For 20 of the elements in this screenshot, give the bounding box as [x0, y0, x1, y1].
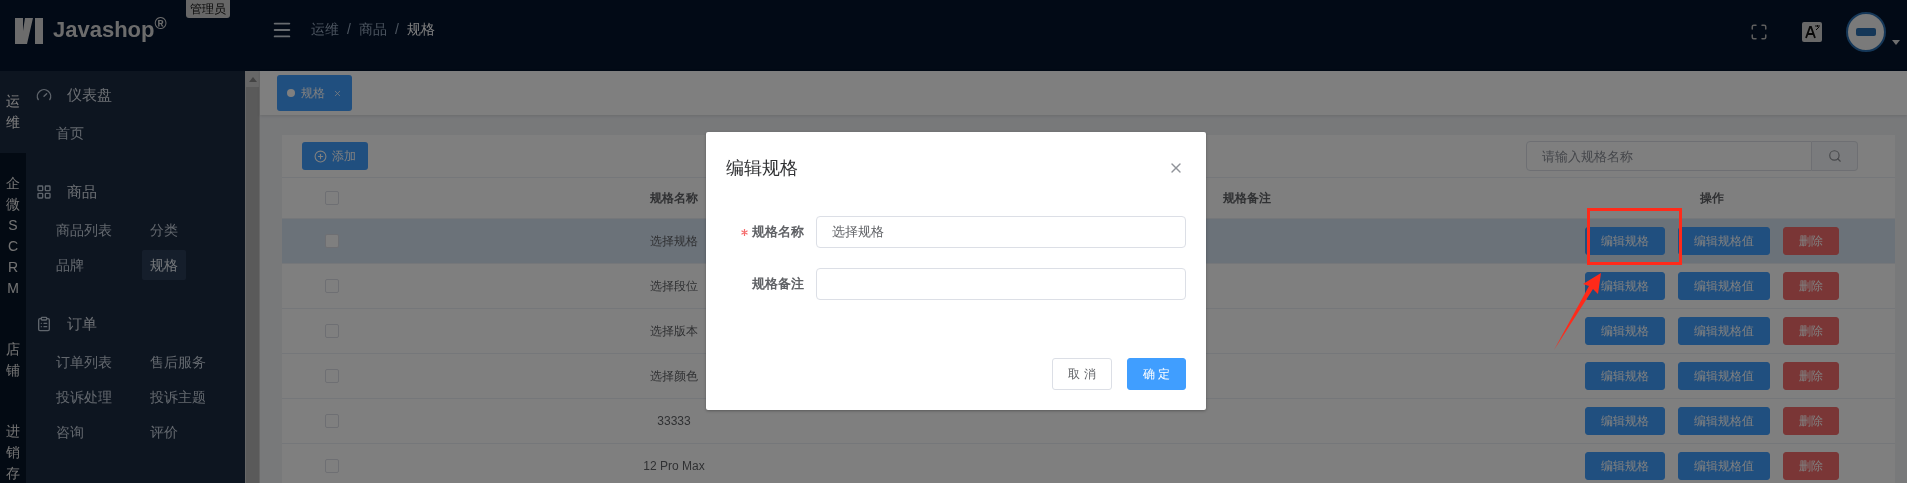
table-cell: 选择段位: [650, 279, 698, 293]
logo-text: Javashop$^{®}$: [53, 13, 167, 44]
table-cell: 33333: [657, 414, 691, 428]
column-header: 操作: [1699, 191, 1724, 205]
column-header: 规格备注: [1223, 191, 1271, 205]
menu-group-title: 商品: [67, 181, 97, 202]
field-label: 规格名称: [752, 223, 804, 242]
menu-group-title: 订单: [67, 313, 97, 334]
breadcrumb-separator: /: [347, 20, 351, 39]
column-header: 规格名称: [650, 191, 698, 205]
dialog-title: 编辑规格: [726, 156, 798, 180]
table-cell: 选择版本: [650, 324, 698, 338]
field-label: 规格备注: [752, 275, 804, 294]
table-cell: 12 Pro Max: [643, 459, 705, 473]
table-cell: 选择颜色: [650, 369, 698, 383]
breadcrumb-item: 规格: [406, 20, 435, 39]
menu-group-title: 仪表盘: [67, 84, 112, 105]
breadcrumb-separator: /: [394, 20, 399, 39]
role-badge: 管理员: [186, 0, 230, 18]
table-cell: 选择规格: [650, 234, 698, 248]
